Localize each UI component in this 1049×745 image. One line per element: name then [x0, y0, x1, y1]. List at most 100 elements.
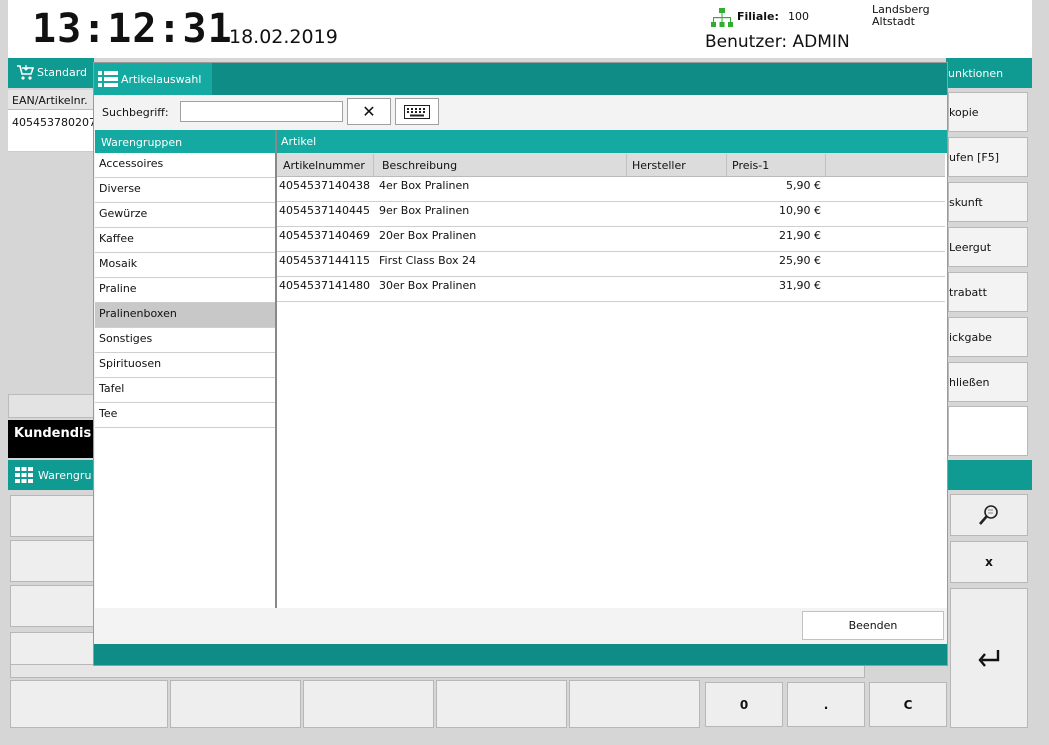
location-line2: Altstadt: [872, 15, 915, 28]
artikel-row[interactable]: 4054537140469 20er Box Pralinen 21,90 €: [277, 227, 945, 252]
keypad-button[interactable]: [10, 664, 865, 678]
artikel-beschreibung: 9er Box Pralinen: [379, 204, 470, 217]
col-preis[interactable]: Preis-1: [732, 159, 769, 172]
multiply-button[interactable]: x: [950, 541, 1028, 583]
warengruppe-item[interactable]: Gewürze: [95, 203, 275, 228]
keypad-button[interactable]: [10, 540, 94, 582]
artikel-preis: 21,90 €: [779, 229, 821, 242]
header-bar: 13:12:31 18.02.2019 Filiale: 100 Landsbe…: [8, 0, 1032, 58]
network-icon: [711, 8, 733, 27]
keypad-button[interactable]: [10, 680, 168, 728]
keypad-zero-button[interactable]: 0: [705, 682, 783, 727]
function-blank-area: [948, 406, 1028, 456]
keyboard-button[interactable]: [395, 98, 439, 125]
article-selection-dialog: Artikelauswahl Suchbegriff: ✕ Warengrupp…: [93, 62, 948, 666]
warengruppe-item[interactable]: Sonstiges: [95, 328, 275, 353]
filiale-number: 100: [788, 10, 809, 23]
artikel-nummer: 4054537141480: [279, 279, 370, 292]
list-icon: [98, 71, 118, 87]
keypad-button[interactable]: [436, 680, 567, 728]
cart-icon: [17, 65, 34, 80]
ean-value: 405453780207: [12, 116, 94, 129]
enter-button[interactable]: [950, 588, 1028, 728]
col-hersteller[interactable]: Hersteller: [632, 159, 686, 172]
function-button-label: kopie: [949, 106, 979, 119]
warengruppen-bar-label: Warengru: [38, 469, 92, 482]
warengruppe-item[interactable]: Diverse: [95, 178, 275, 203]
function-button-label: trabatt: [949, 286, 987, 299]
col-artikelnummer[interactable]: Artikelnummer: [283, 159, 365, 172]
dialog-titlebar: Artikelauswahl: [94, 63, 947, 95]
artikel-panel: Artikel Artikelnummer Beschreibung Herst…: [277, 130, 947, 608]
warengruppe-item[interactable]: Mosaik: [95, 253, 275, 278]
sales-tab-label: Standard: [37, 66, 88, 79]
warengruppe-item[interactable]: Praline: [95, 278, 275, 303]
col-beschreibung[interactable]: Beschreibung: [382, 159, 457, 172]
artikel-header: Artikel: [277, 130, 947, 153]
functions-bar: unktionen: [946, 58, 1032, 88]
function-button[interactable]: skunft: [948, 182, 1028, 222]
search-input[interactable]: [180, 101, 343, 122]
column-separator: [726, 154, 727, 176]
clock: 13:12:31: [32, 6, 233, 52]
artikel-beschreibung: 4er Box Pralinen: [379, 179, 470, 192]
function-button[interactable]: trabatt: [948, 272, 1028, 312]
search-icon: [979, 505, 998, 525]
function-button[interactable]: ufen [F5]: [948, 137, 1028, 177]
sales-row[interactable]: 405453780207: [8, 110, 94, 152]
keypad-dot-button[interactable]: .: [787, 682, 865, 727]
search-label: Suchbegriff:: [102, 106, 169, 119]
artikel-nummer: 4054537140438: [279, 179, 370, 192]
date-display: 18.02.2019: [229, 26, 338, 48]
clear-search-button[interactable]: ✕: [347, 98, 391, 125]
artikel-row[interactable]: 4054537141480 30er Box Pralinen 31,90 €: [277, 277, 945, 302]
column-separator: [825, 154, 826, 176]
artikel-row[interactable]: 4054537140438 4er Box Pralinen 5,90 €: [277, 177, 945, 202]
artikel-nummer: 4054537144115: [279, 254, 370, 267]
numpad-bar: [946, 460, 1032, 490]
keyboard-icon: [404, 104, 430, 119]
warengruppe-item[interactable]: Tee: [95, 403, 275, 428]
function-button-label: hließen: [949, 376, 990, 389]
sales-tab-bar[interactable]: Standard: [8, 58, 94, 88]
function-button[interactable]: kopie: [948, 92, 1028, 132]
warengruppen-bar[interactable]: Warengru: [8, 460, 94, 490]
tab-artikelauswahl[interactable]: Artikelauswahl: [94, 63, 212, 95]
function-button[interactable]: ickgabe: [948, 317, 1028, 357]
bg-button-strip[interactable]: [8, 394, 94, 418]
artikel-beschreibung: First Class Box 24: [379, 254, 477, 267]
warengruppe-item[interactable]: Tafel: [95, 378, 275, 403]
grid-icon: [15, 467, 33, 483]
warengruppe-item[interactable]: Spirituosen: [95, 353, 275, 378]
functions-bar-label: unktionen: [948, 67, 1004, 80]
keypad-button[interactable]: [303, 680, 434, 728]
function-button-label: ufen [F5]: [949, 151, 999, 164]
function-button-label: Leergut: [949, 241, 992, 254]
artikel-row[interactable]: 4054537144115 First Class Box 24 25,90 €: [277, 252, 945, 277]
artikel-preis: 10,90 €: [779, 204, 821, 217]
artikel-preis: 25,90 €: [779, 254, 821, 267]
keypad-button[interactable]: [10, 585, 94, 627]
artikel-row[interactable]: 4054537140445 9er Box Pralinen 10,90 €: [277, 202, 945, 227]
warengruppe-item[interactable]: Accessoires: [95, 153, 275, 178]
warengruppen-panel: Warengruppen Accessoires Diverse Gewürze…: [95, 130, 277, 608]
function-button[interactable]: Leergut: [948, 227, 1028, 267]
warengruppe-item-selected[interactable]: Pralinenboxen: [95, 303, 275, 328]
close-icon: ✕: [362, 102, 376, 121]
tab-artikelauswahl-label: Artikelauswahl: [121, 73, 202, 86]
search-button[interactable]: [950, 494, 1028, 536]
function-button[interactable]: hließen: [948, 362, 1028, 402]
keypad-button[interactable]: [10, 495, 94, 537]
dialog-bottom-bar: [94, 644, 947, 665]
keypad-clear-button[interactable]: C: [869, 682, 947, 727]
artikel-beschreibung: 20er Box Pralinen: [379, 229, 477, 242]
filiale-label: Filiale:: [737, 10, 779, 23]
keypad-button[interactable]: [569, 680, 700, 728]
beenden-button[interactable]: Beenden: [802, 611, 944, 640]
enter-icon: [978, 650, 1000, 667]
warengruppe-item[interactable]: Kaffee: [95, 228, 275, 253]
artikel-nummer: 4054537140445: [279, 204, 370, 217]
function-button-label: ickgabe: [949, 331, 992, 344]
keypad-button[interactable]: [170, 680, 301, 728]
warengruppen-header: Warengruppen: [95, 130, 275, 153]
